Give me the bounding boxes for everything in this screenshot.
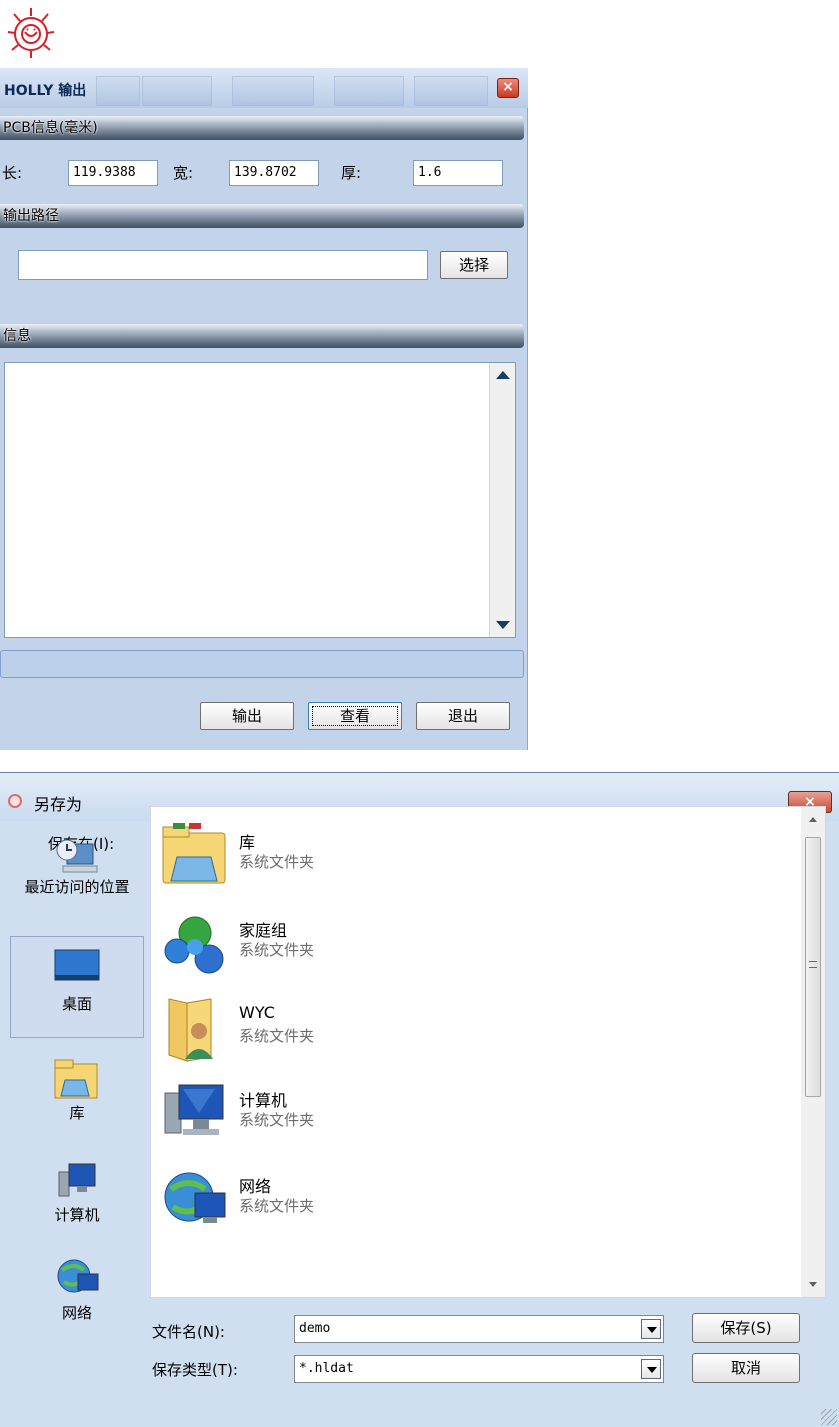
recent-places-icon xyxy=(56,839,98,873)
place-library[interactable]: 库 xyxy=(10,1056,144,1136)
cancel-button[interactable]: 取消 xyxy=(692,1353,800,1383)
length-label: 长: xyxy=(2,164,23,182)
library-folder-icon xyxy=(162,823,226,884)
place-recent[interactable]: 最近访问的位置 xyxy=(10,818,144,914)
file-type: 系统文件夹 xyxy=(239,941,315,959)
info-section-label: 信息 xyxy=(3,328,31,344)
place-computer-label: 计算机 xyxy=(54,1206,100,1224)
scroll-up-arrow-icon[interactable] xyxy=(809,817,817,822)
file-name: WYC xyxy=(239,1003,275,1022)
file-type: 系统文件夹 xyxy=(239,1027,315,1045)
place-desktop[interactable]: 桌面 xyxy=(10,936,144,1038)
width-label: 宽: xyxy=(173,164,194,182)
list-item-computer[interactable]: 计算机 系统文件夹 xyxy=(159,1077,659,1149)
thickness-label: 厚: xyxy=(341,164,362,182)
computer-icon xyxy=(164,1084,224,1135)
save-button[interactable]: 保存(S) xyxy=(692,1313,800,1343)
pcb-info-section-header: PCB信息(毫米) xyxy=(0,116,524,140)
network-icon xyxy=(57,1259,99,1293)
file-type: 系统文件夹 xyxy=(239,1111,315,1129)
view-button[interactable]: 查看 xyxy=(308,702,402,730)
places-bar: 最近访问的位置 桌面 库 计算机 网络 xyxy=(10,818,144,1322)
list-item-network[interactable]: 网络 系统文件夹 xyxy=(159,1163,659,1235)
scroll-down-arrow-icon[interactable] xyxy=(809,1282,817,1287)
file-list-scrollbar[interactable] xyxy=(801,807,825,1297)
thickness-input[interactable]: 1.6 xyxy=(413,160,503,186)
select-path-button[interactable]: 选择 xyxy=(440,251,508,279)
place-recent-label: 最近访问的位置 xyxy=(24,878,130,896)
filename-combo[interactable]: demo xyxy=(294,1315,664,1343)
output-path-section-label: 输出路径 xyxy=(3,208,59,224)
holly-window-title: HOLLY 输出 xyxy=(4,83,87,99)
scroll-up-arrow-icon[interactable] xyxy=(496,371,510,379)
desktop-icon xyxy=(54,949,100,981)
filetype-value: *.hldat xyxy=(299,1361,354,1376)
width-input[interactable]: 139.8702 xyxy=(229,160,319,186)
filename-value: demo xyxy=(299,1321,331,1336)
file-type: 系统文件夹 xyxy=(239,1197,315,1215)
place-library-label: 库 xyxy=(69,1104,85,1122)
output-path-input[interactable] xyxy=(18,250,428,280)
output-button[interactable]: 输出 xyxy=(200,702,294,730)
file-name: 库 xyxy=(239,833,256,852)
chevron-down-icon[interactable] xyxy=(641,1319,661,1339)
file-name: 家庭组 xyxy=(239,921,288,940)
computer-icon xyxy=(58,1163,96,1197)
info-scrollbar[interactable] xyxy=(489,363,515,637)
scroll-down-arrow-icon[interactable] xyxy=(496,621,510,629)
place-network[interactable]: 网络 xyxy=(10,1238,144,1322)
file-list[interactable]: 库 系统文件夹 家庭组 系统文件夹 WYC 系统文件夹 计算机 系统文件夹 网络… xyxy=(150,806,826,1298)
filetype-combo[interactable]: *.hldat xyxy=(294,1355,664,1383)
homegroup-icon xyxy=(164,916,224,974)
place-computer[interactable]: 计算机 xyxy=(10,1148,144,1228)
file-name: 计算机 xyxy=(239,1091,288,1110)
filetype-label: 保存类型(T): xyxy=(152,1361,238,1379)
place-desktop-label: 桌面 xyxy=(61,995,92,1013)
holly-output-window: HOLLY 输出 × PCB信息(毫米) 长: 119.9388 宽: 139.… xyxy=(0,68,528,750)
list-item-homegroup[interactable]: 家庭组 系统文件夹 xyxy=(159,907,659,979)
length-input[interactable]: 119.9388 xyxy=(68,160,158,186)
exit-button[interactable]: 退出 xyxy=(416,702,510,730)
file-type: 系统文件夹 xyxy=(239,853,315,871)
chevron-down-icon[interactable] xyxy=(641,1359,661,1379)
library-icon xyxy=(54,1059,98,1099)
info-textarea[interactable] xyxy=(4,362,516,638)
holly-close-button[interactable]: × xyxy=(497,78,519,98)
save-as-dialog: 另存为 × 保存在(I): 桌面 最近访问的位置 xyxy=(0,772,839,1427)
resize-grip-icon[interactable] xyxy=(821,1409,837,1425)
filename-label: 文件名(N): xyxy=(152,1323,225,1341)
app-logo-icon xyxy=(8,794,22,808)
scrollbar-grip-icon xyxy=(809,961,817,968)
save-as-title: 另存为 xyxy=(34,795,83,814)
user-folder-icon xyxy=(168,998,213,1062)
holly-title-bar: HOLLY 输出 × xyxy=(0,68,528,108)
holly-logo-icon xyxy=(7,8,55,58)
network-icon xyxy=(164,1172,226,1223)
output-path-section-header: 输出路径 xyxy=(0,204,524,228)
list-item-library[interactable]: 库 系统文件夹 xyxy=(159,819,659,891)
place-network-label: 网络 xyxy=(61,1304,92,1322)
pcb-info-section-label: PCB信息(毫米) xyxy=(3,120,98,136)
info-section-header: 信息 xyxy=(0,324,524,348)
list-item-user[interactable]: WYC 系统文件夹 xyxy=(159,993,659,1065)
file-name: 网络 xyxy=(239,1177,272,1196)
progress-status-bar xyxy=(0,650,524,678)
